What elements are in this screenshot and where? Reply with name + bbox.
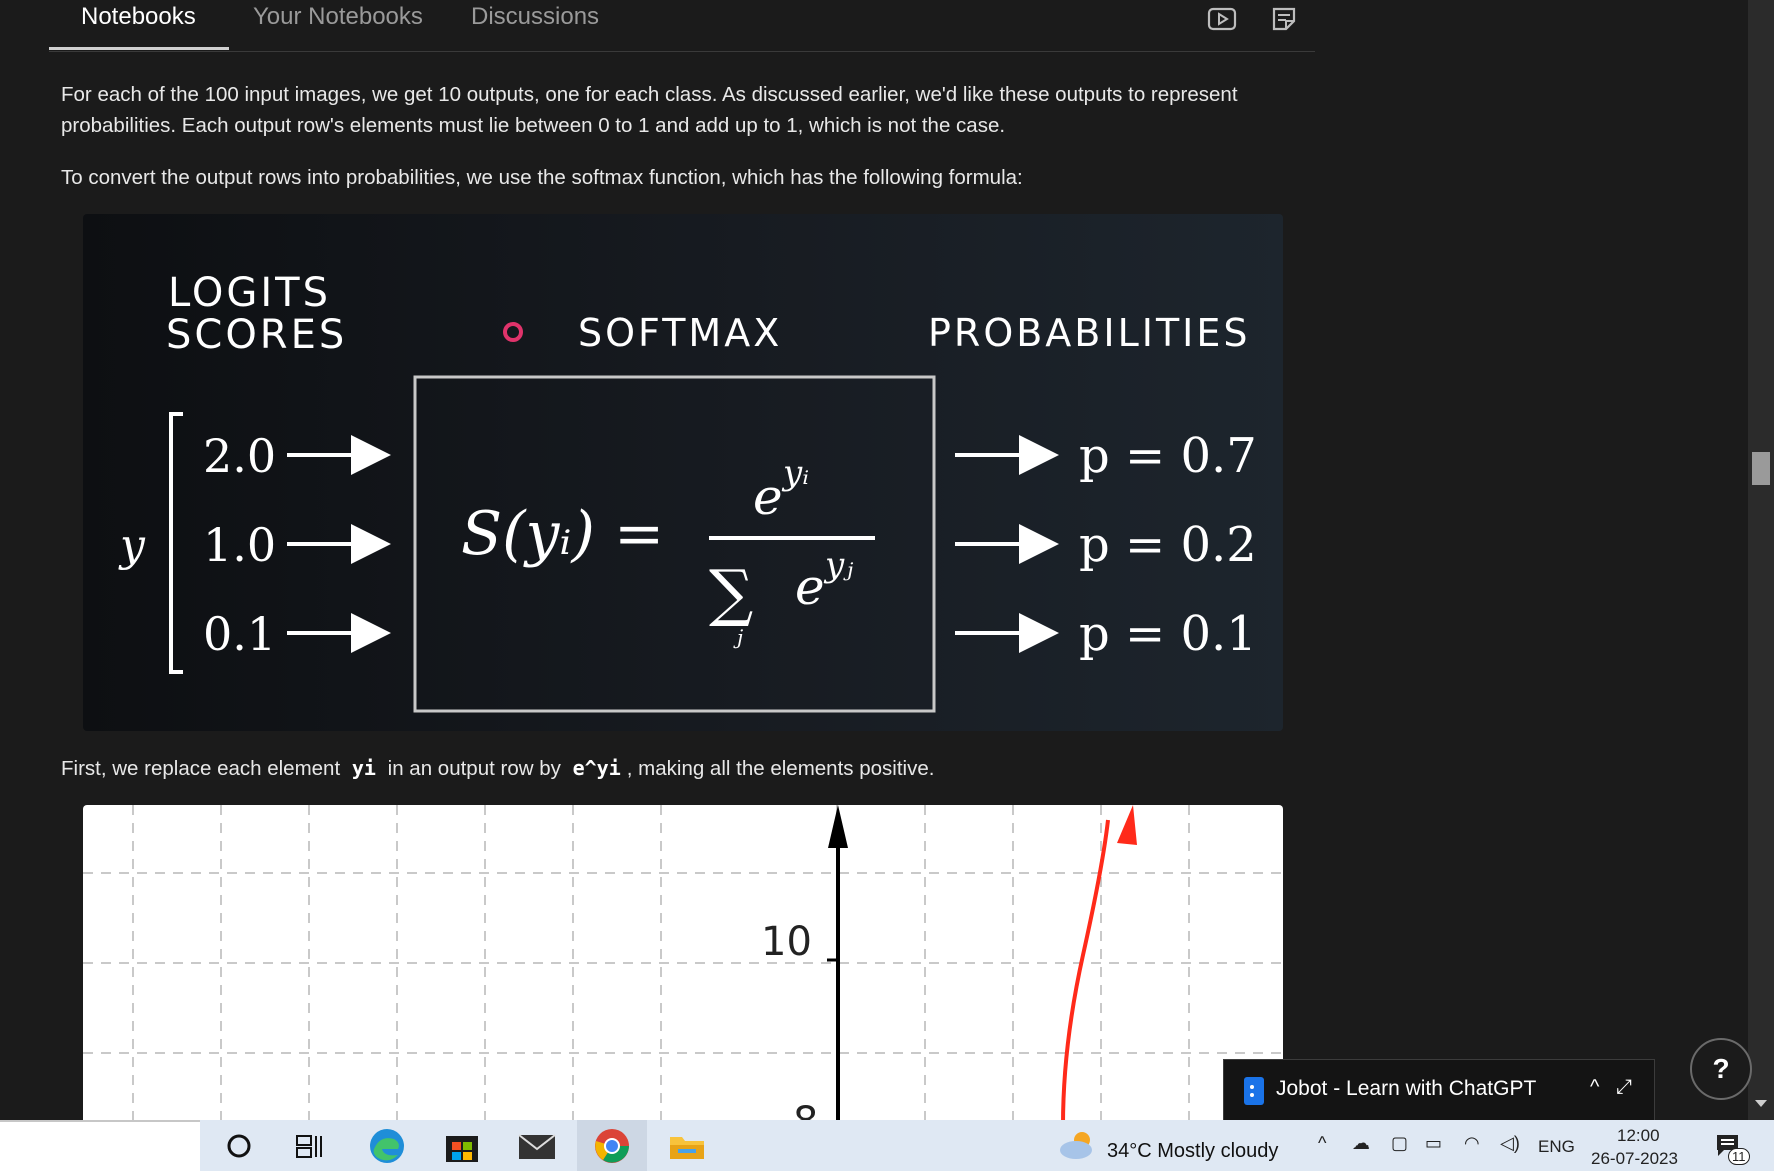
probability-value: p = 0.2 bbox=[1079, 517, 1257, 573]
exponential-plot: 10 8 bbox=[83, 805, 1283, 1125]
logits-label-line2: SCORES bbox=[166, 312, 347, 358]
decorative-dot bbox=[503, 322, 523, 342]
show-hidden-icons-chevron-icon[interactable]: ^ bbox=[1318, 1133, 1326, 1154]
taskbar-search-box[interactable] bbox=[0, 1120, 200, 1171]
formula-numerator-exponent: yᵢ bbox=[781, 453, 809, 493]
jobot-title[interactable]: Jobot - Learn with ChatGPT bbox=[1276, 1077, 1536, 1101]
vector-bracket bbox=[169, 412, 183, 674]
curve-arrowhead bbox=[1117, 805, 1137, 845]
scrollbar-thumb[interactable] bbox=[1752, 452, 1770, 485]
probability-value: p = 0.7 bbox=[1079, 428, 1257, 484]
formula-numerator: e bbox=[753, 468, 783, 526]
clock-date[interactable]: 26-07-2023 bbox=[1591, 1149, 1678, 1169]
paragraph-outputs: For each of the 100 input images, we get… bbox=[61, 83, 1238, 137]
inline-code-e-yi: e^yi bbox=[572, 756, 621, 780]
logit-value: 1.0 bbox=[203, 518, 276, 572]
notification-center-icon[interactable]: 11 bbox=[1714, 1132, 1750, 1167]
logits-label-line1: LOGITS bbox=[168, 270, 331, 316]
language-indicator[interactable]: ENG bbox=[1538, 1137, 1575, 1157]
windows-taskbar: 34°C Mostly cloudy ^ ☁ ▢ ▭ ◠ ◁) ENG 12:0… bbox=[0, 1120, 1774, 1171]
page-scrollbar[interactable] bbox=[1748, 0, 1774, 1120]
collapse-icon[interactable]: ^ bbox=[1590, 1076, 1599, 1099]
softmax-diagram: LOGITS SCORES SOFTMAX PROBABILITIES y 2.… bbox=[83, 214, 1283, 731]
onedrive-icon[interactable]: ☁ bbox=[1352, 1133, 1370, 1154]
scroll-down-arrow-icon[interactable] bbox=[1755, 1100, 1767, 1107]
softmax-label: SOFTMAX bbox=[578, 311, 782, 355]
cortana-icon[interactable] bbox=[204, 1120, 274, 1171]
logit-value: 0.1 bbox=[203, 607, 276, 661]
active-tab-indicator bbox=[49, 47, 229, 50]
clock-time[interactable]: 12:00 bbox=[1617, 1126, 1660, 1146]
y-axis-arrowhead bbox=[828, 805, 848, 848]
text-segment: in an output row by bbox=[387, 757, 561, 780]
text-segment: First, we replace each element bbox=[61, 757, 341, 780]
weather-text[interactable]: 34°C Mostly cloudy bbox=[1107, 1140, 1278, 1163]
sum-symbol: ∑ bbox=[709, 556, 753, 629]
notification-count-badge: 11 bbox=[1728, 1148, 1750, 1165]
probability-value: p = 0.1 bbox=[1079, 606, 1257, 662]
y-variable: y bbox=[118, 520, 146, 571]
tab-notebooks[interactable]: Notebooks bbox=[81, 3, 196, 31]
volume-icon[interactable]: ◁) bbox=[1500, 1133, 1520, 1154]
task-view-icon[interactable] bbox=[274, 1120, 344, 1171]
y-tick-label: 10 bbox=[761, 919, 812, 965]
file-explorer-icon[interactable] bbox=[652, 1120, 722, 1171]
wifi-icon[interactable]: ◠ bbox=[1464, 1133, 1480, 1154]
edge-icon[interactable] bbox=[352, 1120, 422, 1171]
paragraph-exponent: First, we replace each element yi in an … bbox=[61, 753, 1291, 784]
tab-discussions[interactable]: Discussions bbox=[471, 3, 599, 31]
mail-icon[interactable] bbox=[502, 1120, 572, 1171]
chrome-icon[interactable] bbox=[577, 1120, 647, 1171]
notebook-tabs: Notebooks Your Notebooks Discussions bbox=[49, 0, 1315, 52]
store-icon[interactable] bbox=[427, 1120, 497, 1171]
help-button[interactable]: ? bbox=[1690, 1038, 1752, 1100]
tab-your-notebooks[interactable]: Your Notebooks bbox=[253, 3, 423, 31]
formula-denominator-exponent: yⱼ bbox=[823, 545, 853, 585]
weather-cloud-icon[interactable] bbox=[1058, 1128, 1096, 1167]
battery-icon[interactable]: ▭ bbox=[1425, 1133, 1442, 1154]
text-segment: , making all the elements positive. bbox=[626, 757, 935, 780]
probabilities-label: PROBABILITIES bbox=[928, 311, 1251, 355]
logit-value: 2.0 bbox=[203, 429, 276, 483]
notes-icon[interactable] bbox=[1269, 6, 1299, 32]
meet-now-icon[interactable]: ▢ bbox=[1391, 1133, 1408, 1154]
video-icon[interactable] bbox=[1207, 6, 1237, 32]
expand-icon[interactable]: ⤢ bbox=[1616, 1076, 1632, 1099]
inline-code-yi: yi bbox=[351, 756, 376, 780]
jobot-logo-icon bbox=[1244, 1077, 1264, 1105]
formula-lhs: S(yᵢ) = bbox=[461, 499, 664, 569]
paragraph-softmax-intro: To convert the output rows into probabil… bbox=[61, 166, 1023, 189]
jobot-widget[interactable]: Jobot - Learn with ChatGPT ^ ⤢ bbox=[1223, 1059, 1655, 1122]
formula-denominator: e bbox=[795, 558, 825, 616]
